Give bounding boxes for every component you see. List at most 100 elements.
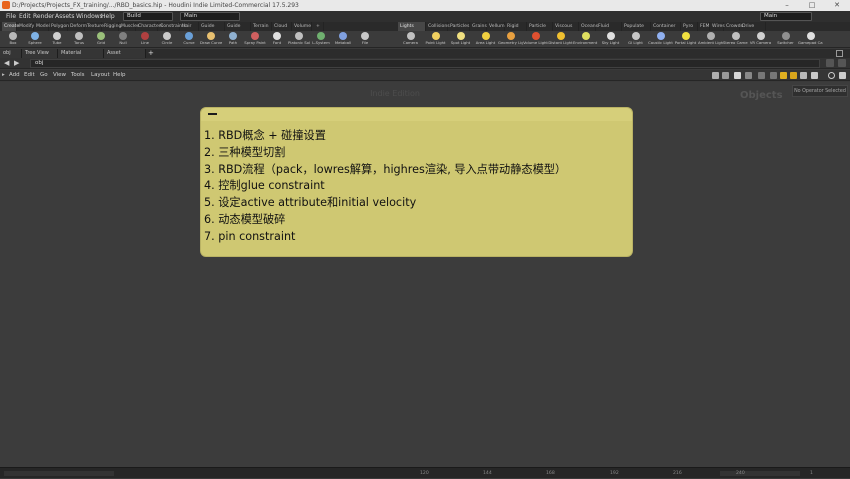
torus-tool-button[interactable]: Torus	[68, 31, 90, 48]
shelf-tab[interactable]: Hair Utils	[180, 22, 199, 38]
add-shelf-icon[interactable]: +	[314, 22, 324, 31]
menu-help[interactable]: Help	[101, 11, 115, 22]
net-menu-tools[interactable]: Tools	[71, 70, 85, 81]
spray-paint-tool-button[interactable]: Spray Paint	[244, 31, 266, 48]
tab-material-palette[interactable]: Material Palette	[58, 49, 104, 65]
desktop-select[interactable]: Build	[123, 12, 173, 21]
distant-light-tool-button[interactable]: Distant Light	[548, 31, 573, 48]
add-tab-icon[interactable]: +	[148, 49, 154, 58]
path-tool-button[interactable]: Path	[222, 31, 244, 48]
volume-light-tool-button[interactable]: Volume Light	[523, 31, 548, 48]
switcher-tool-button[interactable]: Switcher	[773, 31, 798, 48]
font-tool-button[interactable]: Font	[266, 31, 288, 48]
shelf-tab[interactable]: Muscles	[119, 22, 139, 31]
shelf-tab[interactable]: Grains	[470, 22, 487, 31]
menu-assets[interactable]: Assets	[55, 11, 75, 22]
ambient-light-tool-button[interactable]: Ambient Light	[698, 31, 723, 48]
collapse-icon[interactable]	[208, 113, 217, 115]
draw-curve-tool-button[interactable]: Draw Curve	[200, 31, 222, 48]
shelf-tab[interactable]: Guide Brushes	[225, 22, 251, 38]
path-field[interactable]: obj	[30, 59, 820, 68]
network-box-icon[interactable]	[790, 72, 797, 79]
menu-render[interactable]: Render	[33, 11, 54, 22]
tab-obj[interactable]: obj	[0, 49, 22, 58]
menu-file[interactable]: File	[6, 11, 16, 22]
help-icon[interactable]	[839, 72, 846, 79]
search-icon[interactable]	[828, 72, 835, 79]
net-menu-help[interactable]: Help	[113, 70, 126, 81]
shelf-tab[interactable]: Wires	[710, 22, 725, 31]
grid-tool-button[interactable]: Grid	[90, 31, 112, 48]
shelf-tab[interactable]: Vellum	[487, 22, 505, 31]
shelf-tab[interactable]: Particles	[448, 22, 470, 31]
shelf-tab[interactable]: Container Tools	[651, 22, 681, 38]
tab-asset-browser[interactable]: Asset Browser	[104, 49, 146, 65]
pin-icon[interactable]	[826, 59, 834, 67]
tube-tool-button[interactable]: Tube	[46, 31, 68, 48]
image-icon[interactable]	[811, 72, 818, 79]
shelf-tab[interactable]: Modify	[17, 22, 34, 31]
shelf-tab[interactable]: Constraints	[158, 22, 186, 31]
shelf-tab[interactable]: Texture	[85, 22, 104, 31]
line-tool-button[interactable]: Line	[134, 31, 156, 48]
tile-view-icon[interactable]	[770, 72, 777, 79]
shelf-tab[interactable]: Populate Con...	[622, 22, 651, 38]
lsystem-tool-button[interactable]: L-System	[310, 31, 332, 48]
file-tool-button[interactable]: File	[354, 31, 376, 48]
pane-maximize-icon[interactable]	[836, 50, 843, 57]
environment-light-tool-button[interactable]: Environment Light	[573, 31, 598, 48]
shelf-tab[interactable]: Particle Fluids	[527, 22, 553, 38]
context-select[interactable]: Main	[180, 12, 240, 21]
shelf-tab[interactable]: Guide Process	[199, 22, 225, 38]
menu-edit[interactable]: Edit	[19, 11, 31, 22]
timeline-bar[interactable]: 120 144 168 192 216 240 1	[0, 467, 850, 478]
shelf-tab[interactable]: Create	[2, 22, 19, 31]
shelf-tab[interactable]: Cloud FX	[272, 22, 292, 38]
shelf-tab[interactable]: FEM	[698, 22, 710, 31]
box-tool-button[interactable]: Box	[2, 31, 24, 48]
minimize-button[interactable]: –	[778, 0, 796, 11]
net-menu-edit[interactable]: Edit	[24, 70, 35, 81]
shelf-tab[interactable]: Deform	[68, 22, 87, 31]
link-icon[interactable]	[838, 59, 846, 67]
caustic-light-tool-button[interactable]: Caustic Light	[648, 31, 673, 48]
circle-tool-button[interactable]: Circle	[156, 31, 178, 48]
shelf-tab[interactable]: Drive Simula...	[740, 22, 766, 38]
sphere-tool-button[interactable]: Sphere	[24, 31, 46, 48]
shelf-tab[interactable]: Model	[34, 22, 50, 31]
back-arrow-icon[interactable]: ◀	[4, 58, 9, 69]
net-menu-go[interactable]: Go	[40, 70, 48, 81]
forward-arrow-icon[interactable]: ▶	[14, 58, 19, 69]
net-menu-view[interactable]: View	[53, 70, 66, 81]
point-light-tool-button[interactable]: Point Light	[423, 31, 448, 48]
palette-icon[interactable]	[800, 72, 807, 79]
net-menu-add[interactable]: Add	[9, 70, 20, 81]
shelf-tab[interactable]: Fluid Contai...	[596, 22, 622, 38]
net-arrow-icon[interactable]: ▸	[2, 70, 5, 81]
grid-view-icon[interactable]	[758, 72, 765, 79]
gamepad-camera-tool-button[interactable]: Gamepad Camera	[798, 31, 823, 48]
curve-tool-button[interactable]: Curve	[178, 31, 200, 48]
shelf-tab[interactable]: Pyro FX	[681, 22, 698, 38]
snap-icon[interactable]	[722, 72, 729, 79]
shelf-tab[interactable]: Viscous Fluids	[553, 22, 579, 38]
close-button[interactable]: ✕	[828, 0, 846, 11]
wrench-icon[interactable]	[712, 72, 719, 79]
sticky-note[interactable]: 1. RBD概念 + 碰撞设置 2. 三种模型切割 3. RBD流程（pack，…	[200, 107, 633, 257]
shelf-tab[interactable]: Characters	[136, 22, 163, 31]
shelf-tab[interactable]: Rigid Bodies	[505, 22, 527, 38]
shelf-tab[interactable]: Collisions	[426, 22, 450, 31]
sky-light-tool-button[interactable]: Sky Light	[598, 31, 623, 48]
camera-tool-button[interactable]: Camera	[398, 31, 423, 48]
area-light-tool-button[interactable]: Area Light	[473, 31, 498, 48]
shelf-tab[interactable]: Crowds	[724, 22, 743, 31]
geometry-light-tool-button[interactable]: Geometry Light	[498, 31, 523, 48]
stereo-camera-tool-button[interactable]: Stereo Camera	[723, 31, 748, 48]
sticky-note-text[interactable]: 1. RBD概念 + 碰撞设置 2. 三种模型切割 3. RBD流程（pack，…	[204, 128, 629, 246]
shelf-tab[interactable]: Lights and C...	[398, 22, 426, 38]
shelf-tab[interactable]: Polygon	[49, 22, 69, 31]
maximize-button[interactable]: □	[803, 0, 821, 11]
shelf-tab[interactable]: Oceans	[579, 22, 598, 31]
shelf-tab[interactable]: Volume	[292, 22, 312, 31]
vr-camera-tool-button[interactable]: VR Camera	[748, 31, 773, 48]
